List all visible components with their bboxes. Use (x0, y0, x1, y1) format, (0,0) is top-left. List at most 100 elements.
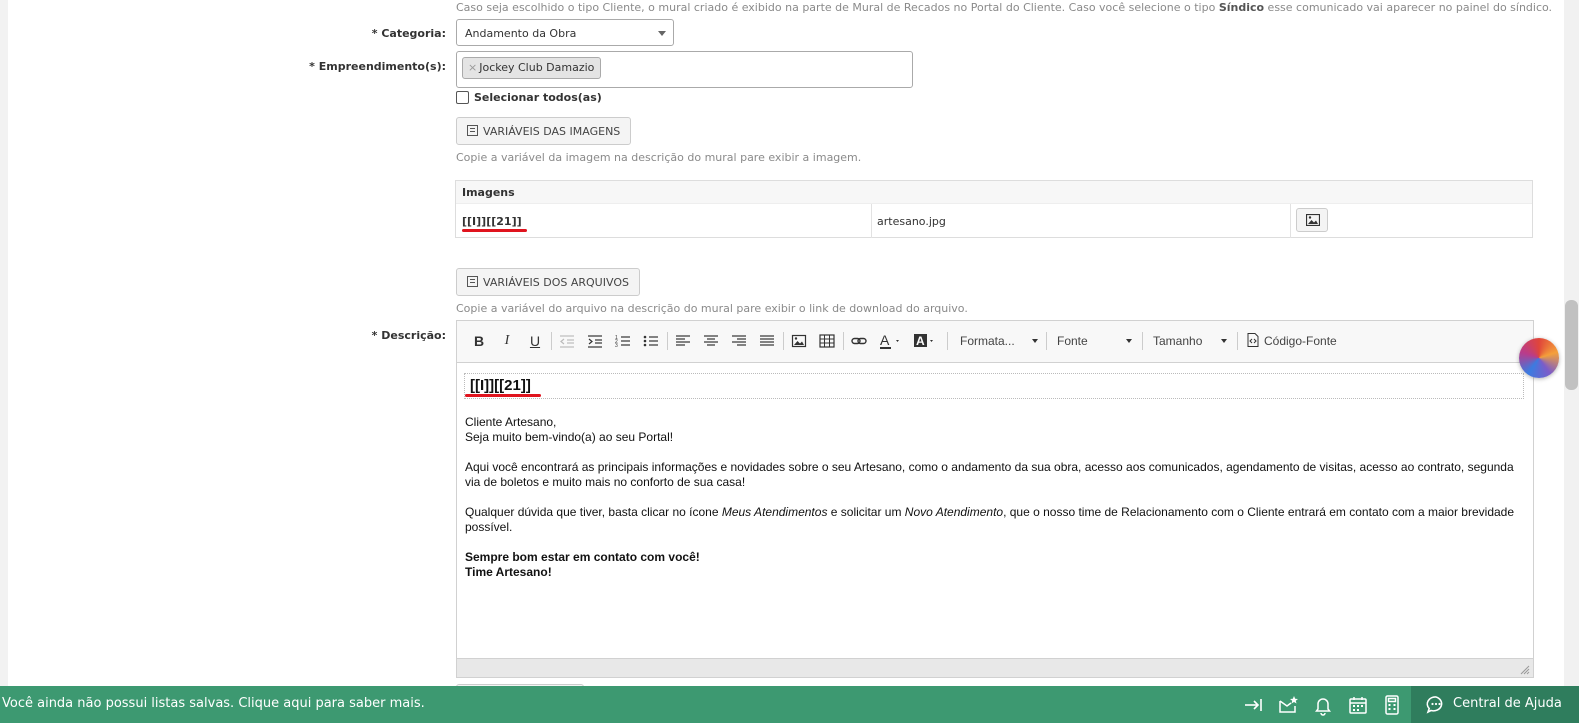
footer-bar: Você ainda não possui listas salvas. Cli… (0, 686, 1579, 723)
red-underline (465, 394, 541, 397)
novo-atendimento-text: Novo Atendimento (904, 505, 1004, 519)
collapse-arrow-icon[interactable] (1242, 694, 1264, 716)
align-right-icon[interactable] (731, 329, 747, 353)
empreendimento-tag: × Jockey Club Damazio (462, 57, 602, 79)
table-icon[interactable] (819, 329, 835, 353)
categoria-value: Andamento da Obra (465, 27, 577, 40)
bold-button[interactable]: B (469, 329, 489, 353)
link-icon[interactable] (851, 329, 867, 353)
resize-handle-icon[interactable] (1520, 665, 1530, 675)
files-hint: Copie a variável do arquivo na descrição… (456, 302, 968, 315)
toolbar-separator (551, 332, 552, 350)
align-left-icon[interactable] (675, 329, 691, 353)
chat-icon (1426, 696, 1443, 714)
editor-status-bar (457, 658, 1533, 677)
toolbar-separator (947, 332, 948, 350)
source-code-icon (1247, 333, 1259, 347)
italic-button[interactable]: I (497, 329, 517, 353)
toolbar-separator (1237, 332, 1238, 350)
outdent-icon[interactable] (558, 329, 576, 353)
variaveis-imagens-label: VARIÁVEIS DAS IMAGENS (483, 125, 621, 138)
align-center-icon[interactable] (703, 329, 719, 353)
chevron-down-icon (1032, 339, 1038, 343)
form-page: Caso seja escolhido o tipo Cliente, o mu… (8, 0, 1564, 687)
svg-text:3: 3 (615, 343, 618, 349)
saved-lists-message[interactable]: Você ainda não possui listas salvas. Cli… (2, 696, 425, 711)
align-justify-icon[interactable] (759, 329, 775, 353)
closing-line: Sempre bom estar em contato com você! (465, 550, 700, 564)
categoria-label: * Categoria: (371, 27, 446, 40)
background-color-icon: A (914, 334, 933, 348)
calendar-icon[interactable] (1347, 694, 1369, 716)
chevron-down-icon (1221, 339, 1227, 343)
empreendimento-label: * Empreendimento(s): (309, 60, 446, 73)
tag-label: Jockey Club Damazio (479, 61, 595, 74)
images-hint: Copie a variável da imagem na descrição … (456, 151, 862, 164)
source-code-label: Código-Fonte (1264, 334, 1337, 348)
help-center-label: Central de Ajuda (1453, 696, 1562, 711)
image-icon (1306, 214, 1320, 226)
tag-remove-icon[interactable]: × (468, 61, 477, 74)
format-dropdown[interactable]: Formata... (960, 329, 1038, 353)
background-color-button[interactable]: A (913, 329, 937, 353)
insert-image-icon[interactable] (791, 329, 807, 353)
welcome-line: Seja muito bem-vindo(a) ao seu Portal! (465, 430, 674, 444)
variaveis-imagens-button[interactable]: VARIÁVEIS DAS IMAGENS (456, 117, 632, 145)
chevron-down-icon (658, 31, 666, 36)
toolbar-separator (1046, 332, 1047, 350)
categoria-select[interactable]: Andamento da Obra (456, 19, 674, 46)
greeting-line: Cliente Artesano, (465, 415, 557, 429)
descricao-label: * Descrição: (371, 329, 446, 342)
column-divider (871, 204, 872, 238)
source-code-button[interactable]: Código-Fonte (1247, 329, 1347, 353)
font-dropdown[interactable]: Fonte (1057, 329, 1132, 353)
text-color-icon: A (880, 332, 899, 349)
selecionar-todos-label[interactable]: Selecionar todos(as) (474, 91, 602, 104)
image-placeholder-block (464, 373, 1524, 399)
list-icon (467, 125, 478, 136)
images-table: Imagens [[I]][[21]] artesano.jpg (455, 180, 1533, 238)
signature-line: Time Artesano! (465, 565, 552, 579)
svg-text:A: A (880, 332, 890, 348)
size-dropdown[interactable]: Tamanho (1153, 329, 1227, 353)
image-variable[interactable]: [[I]][[21]] (462, 215, 522, 228)
text-color-button[interactable]: A (879, 329, 903, 353)
empreendimento-multiselect[interactable]: × Jockey Club Damazio (456, 51, 913, 88)
toolbar-separator (783, 332, 784, 350)
size-label: Tamanho (1153, 334, 1203, 348)
indent-icon[interactable] (586, 329, 604, 353)
meus-atendimentos-text: Meus Atendimentos (721, 505, 828, 519)
tipo-hint: Caso seja escolhido o tipo Cliente, o mu… (456, 1, 1553, 14)
toolbar-separator (667, 332, 668, 350)
scrollbar-thumb[interactable] (1565, 300, 1578, 390)
mail-star-icon[interactable] (1277, 694, 1299, 716)
editor-image-variable: [[I]][[21]] (470, 377, 531, 394)
images-table-header: Imagens (456, 181, 1532, 204)
toolbar-separator (843, 332, 844, 350)
toolbar-separator (1142, 332, 1143, 350)
column-divider (1290, 204, 1291, 238)
red-underline (462, 229, 527, 232)
help-center-button[interactable]: Central de Ajuda (1411, 686, 1579, 723)
font-label: Fonte (1057, 334, 1088, 348)
editor-toolbar: B I U 123 A A Formata... Fonte Tamanho C… (457, 321, 1533, 363)
underline-button[interactable]: U (525, 329, 545, 353)
info-paragraph: Aqui você encontrará as principais infor… (465, 460, 1514, 489)
support-paragraph: Qualquer dúvida que tiver, basta clicar … (465, 505, 1527, 535)
bell-icon[interactable] (1312, 694, 1334, 716)
selecionar-todos-checkbox[interactable] (456, 91, 469, 104)
rich-text-editor[interactable]: B I U 123 A A Formata... Fonte Tamanho C… (456, 320, 1534, 678)
list-icon (467, 276, 478, 287)
bullet-list-icon[interactable] (642, 329, 660, 353)
editor-content[interactable]: Cliente Artesano, Seja muito bem-vindo(a… (465, 415, 1527, 580)
variaveis-arquivos-label: VARIÁVEIS DOS ARQUIVOS (483, 276, 629, 289)
svg-text:A: A (916, 334, 925, 348)
calculator-icon[interactable] (1381, 694, 1403, 716)
support-text: e solicitar um (827, 505, 905, 519)
image-preview-button[interactable] (1296, 208, 1328, 232)
numbered-list-icon[interactable]: 123 (614, 329, 632, 353)
variaveis-arquivos-button[interactable]: VARIÁVEIS DOS ARQUIVOS (456, 268, 640, 296)
assistant-orb-icon[interactable] (1519, 338, 1559, 378)
format-label: Formata... (960, 334, 1015, 348)
image-filename: artesano.jpg (877, 215, 946, 228)
